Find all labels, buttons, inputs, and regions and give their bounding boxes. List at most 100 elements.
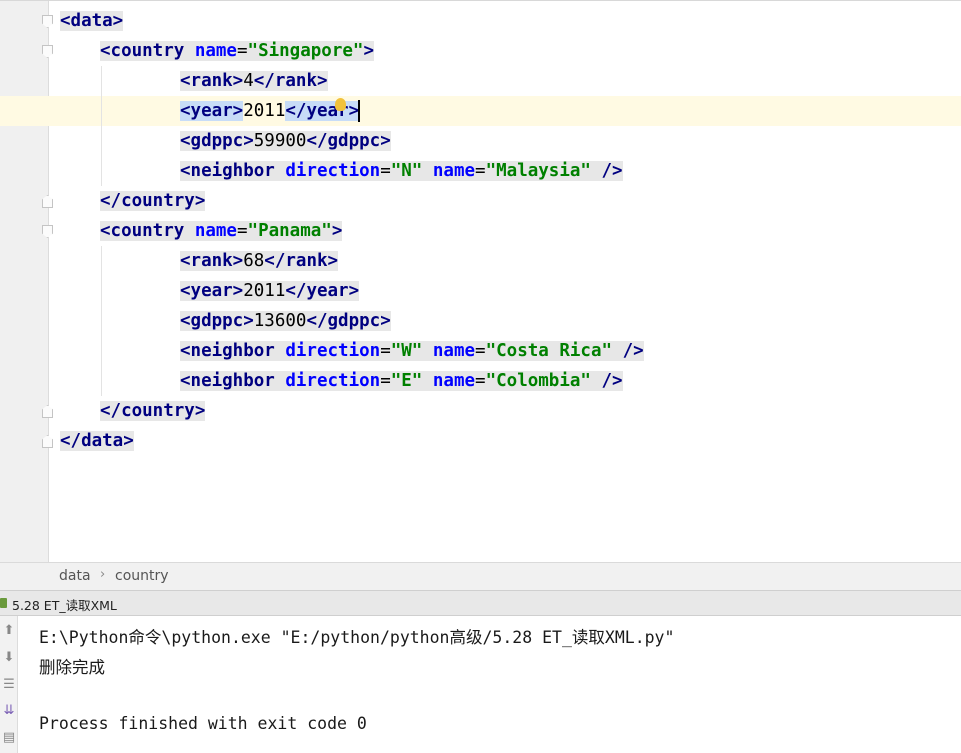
soft-wrap-icon[interactable]: ☰ [2, 678, 16, 692]
code-token: "N" [390, 161, 423, 181]
code-line-content: <country name="Singapore"> [100, 41, 374, 61]
console-toolbar: ⬆ ⬇ ☰ ⇊ ▤ [0, 616, 18, 753]
code-token: </year> [285, 281, 360, 301]
code-line-content: <neighbor direction="E" name="Colombia" … [180, 371, 623, 391]
code-token: </year> [285, 101, 360, 121]
code-token: /> [590, 371, 623, 391]
code-line: </country> [100, 186, 206, 216]
code-token: <neighbor [180, 341, 286, 361]
code-token: <country [100, 41, 195, 61]
arrow-up-icon[interactable]: ⬆ [2, 624, 16, 638]
code-token: name [194, 221, 237, 241]
code-line-content: <data> [60, 11, 124, 31]
code-token: <gdppc> [180, 311, 254, 331]
text-caret [358, 100, 361, 122]
run-console[interactable]: ⬆ ⬇ ☰ ⇊ ▤ E:\Python命令\python.exe "E:/pyt… [0, 616, 961, 753]
code-token: 2011 [243, 281, 286, 301]
code-token: "Costa Rica" [485, 341, 613, 361]
code-token: name [432, 341, 476, 361]
code-token: name [432, 161, 476, 181]
run-tab-label: 5.28 ET_读取XML [12, 598, 117, 613]
code-token: <rank> [180, 251, 244, 271]
run-tab[interactable]: 5.28 ET_读取XML [0, 590, 961, 616]
code-token: <year> [180, 281, 244, 301]
code-line: <gdppc>59900</gdppc> [180, 126, 391, 156]
lightbulb-icon[interactable] [335, 98, 346, 111]
caret-line-highlight [0, 96, 961, 126]
code-line: <rank>68</rank> [180, 246, 339, 276]
code-token: 4 [243, 71, 254, 91]
breadcrumb: data › country [0, 562, 961, 590]
editor-gutter [0, 1, 49, 562]
code-token: </gdppc> [306, 311, 391, 331]
code-token: "E" [390, 371, 423, 391]
code-line: </country> [100, 396, 206, 426]
code-line: <neighbor direction="W" name="Costa Rica… [180, 336, 644, 366]
code-token: direction [285, 371, 381, 391]
python-run-icon [0, 598, 7, 608]
code-token: "W" [390, 341, 423, 361]
code-token: <gdppc> [180, 131, 254, 151]
code-line: <country name="Singapore"> [100, 36, 374, 66]
indent-guide [101, 66, 102, 186]
code-line: <gdppc>13600</gdppc> [180, 306, 391, 336]
code-token: <data> [60, 11, 124, 31]
code-token: direction [285, 161, 381, 181]
code-line-content: <rank>68</rank> [180, 251, 339, 271]
code-line-current: <year>2011</year> [180, 96, 361, 126]
breadcrumb-separator-icon: › [100, 567, 106, 582]
code-token: "Colombia" [485, 371, 591, 391]
code-line-content: <year>2011</year> [180, 101, 360, 121]
code-token: </rank> [253, 71, 328, 91]
code-line-content: <year>2011</year> [180, 281, 360, 301]
code-line-content: <country name="Panama"> [100, 221, 343, 241]
code-line: <neighbor direction="N" name="Malaysia" … [180, 156, 623, 186]
code-line-content: </country> [100, 191, 206, 211]
code-token: 68 [243, 251, 265, 271]
code-line-content: <gdppc>59900</gdppc> [180, 131, 391, 151]
console-line: E:\Python命令\python.exe "E:/python/python… [39, 628, 675, 647]
code-line: <year>2011</year> [180, 276, 360, 306]
code-token: /> [612, 341, 644, 361]
code-token: </country> [100, 401, 206, 421]
code-token: = [475, 371, 486, 391]
code-line: <country name="Panama"> [100, 216, 343, 246]
code-line-content: <rank>4</rank> [180, 71, 328, 91]
code-token: "Panama" [247, 221, 332, 241]
code-token: </country> [100, 191, 206, 211]
code-token: </data> [60, 431, 134, 451]
code-token: "Singapore" [247, 41, 364, 61]
code-token: 2011 [243, 101, 286, 121]
code-editor[interactable]: <data> <country name="Singapore"> <rank>… [0, 0, 961, 562]
code-token: name [432, 371, 476, 391]
code-token: </rank> [264, 251, 339, 271]
code-token: <neighbor [180, 161, 286, 181]
code-token: <country [100, 221, 195, 241]
code-line-content: <gdppc>13600</gdppc> [180, 311, 391, 331]
print-icon[interactable]: ▤ [2, 731, 16, 745]
code-token: direction [285, 341, 381, 361]
scroll-to-end-icon[interactable]: ⇊ [2, 704, 16, 718]
code-token: = [380, 371, 391, 391]
code-line: </data> [60, 426, 134, 456]
breadcrumb-item-data[interactable]: data [59, 568, 91, 584]
console-line: Process finished with exit code 0 [39, 714, 367, 733]
code-token: "Malaysia" [485, 161, 591, 181]
console-line: 删除完成 [39, 658, 105, 677]
code-token: </gdppc> [306, 131, 391, 151]
code-line: <data> [60, 6, 124, 36]
code-token: = [475, 161, 486, 181]
arrow-down-icon[interactable]: ⬇ [2, 651, 16, 665]
code-token: 59900 [253, 131, 307, 151]
code-line-content: </data> [60, 431, 134, 451]
code-token: <neighbor [180, 371, 286, 391]
code-token: = [475, 341, 486, 361]
indent-guide [101, 246, 102, 396]
code-line-content: <neighbor direction="W" name="Costa Rica… [180, 341, 644, 361]
code-line-content: <neighbor direction="N" name="Malaysia" … [180, 161, 623, 181]
code-token: > [331, 221, 343, 241]
code-token: = [236, 41, 248, 61]
breadcrumb-item-country[interactable]: country [115, 568, 169, 584]
